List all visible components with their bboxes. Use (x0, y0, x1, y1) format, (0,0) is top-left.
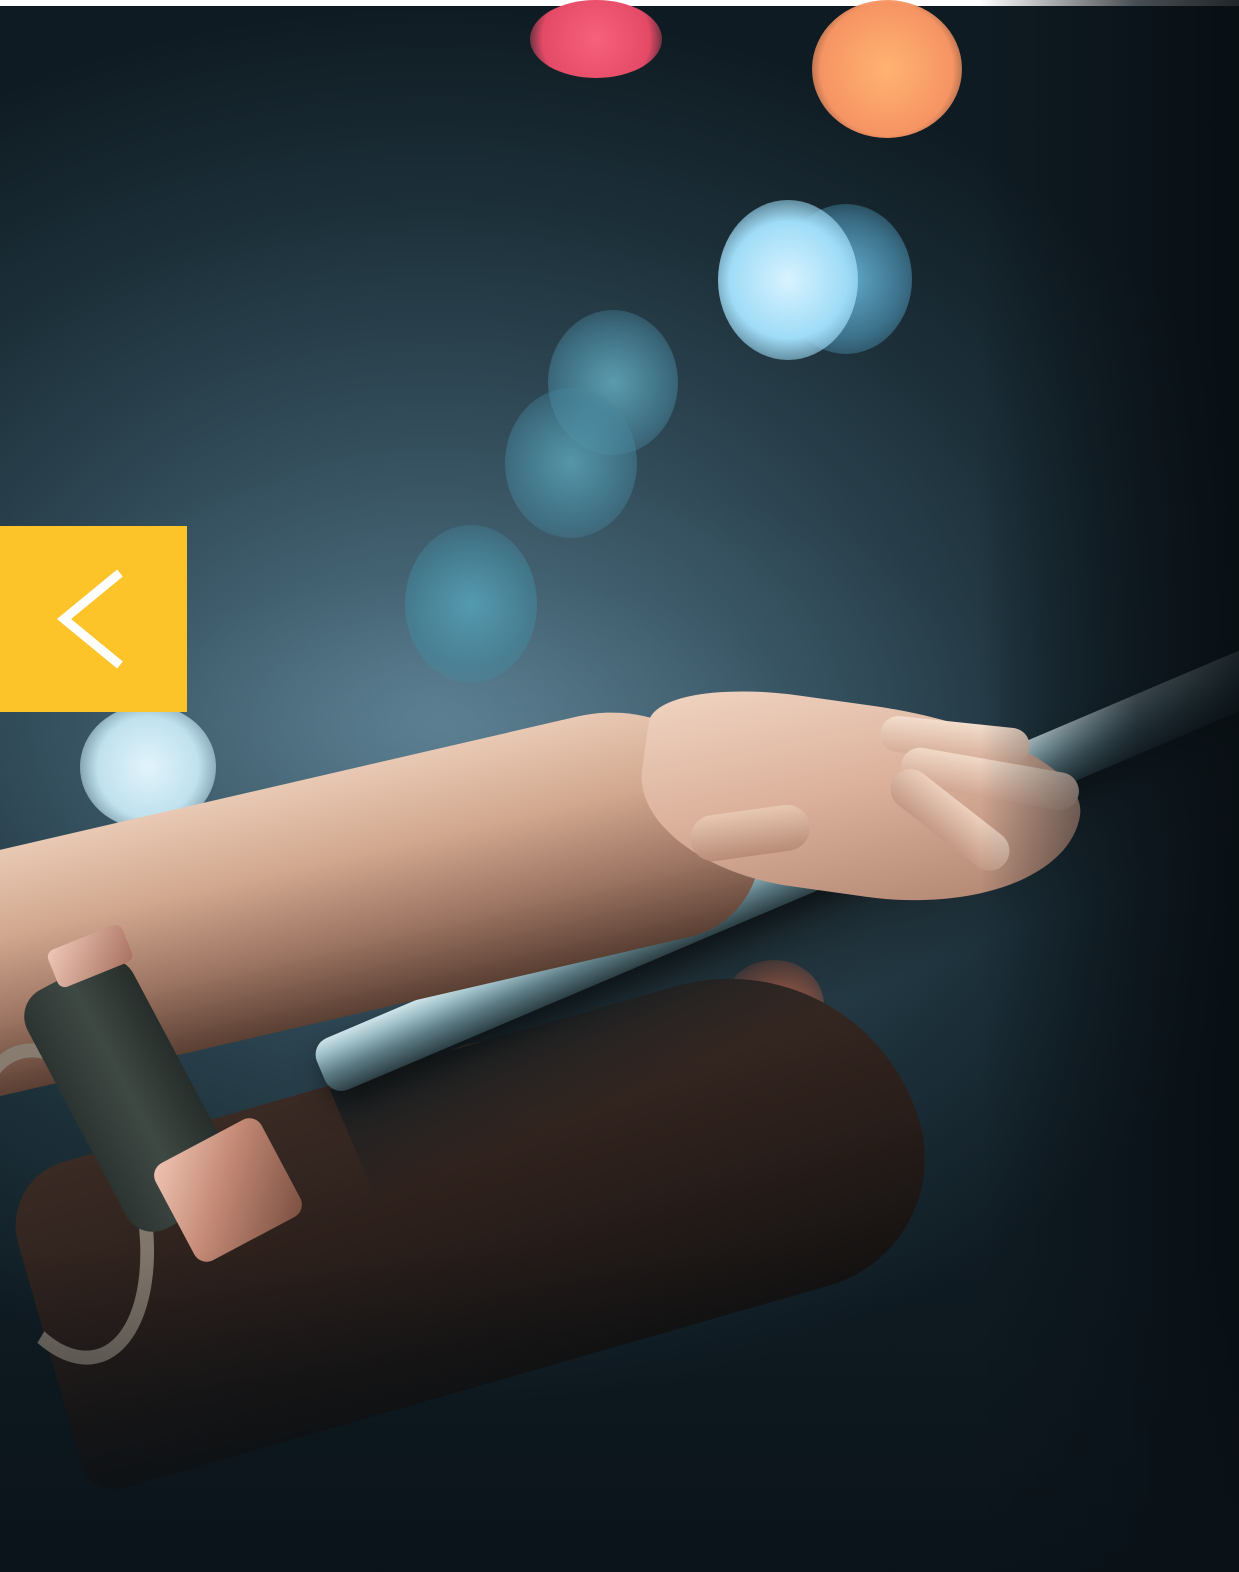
bokeh-light (405, 525, 537, 683)
hero-photo (0, 0, 1239, 1572)
bottom-shadow (0, 1250, 1239, 1572)
previous-slide-button[interactable] (0, 526, 187, 712)
bokeh-light (718, 200, 858, 360)
bokeh-light (505, 388, 637, 538)
bokeh-light (812, 0, 962, 138)
bokeh-light (530, 0, 662, 78)
chevron-left-icon (56, 569, 123, 669)
